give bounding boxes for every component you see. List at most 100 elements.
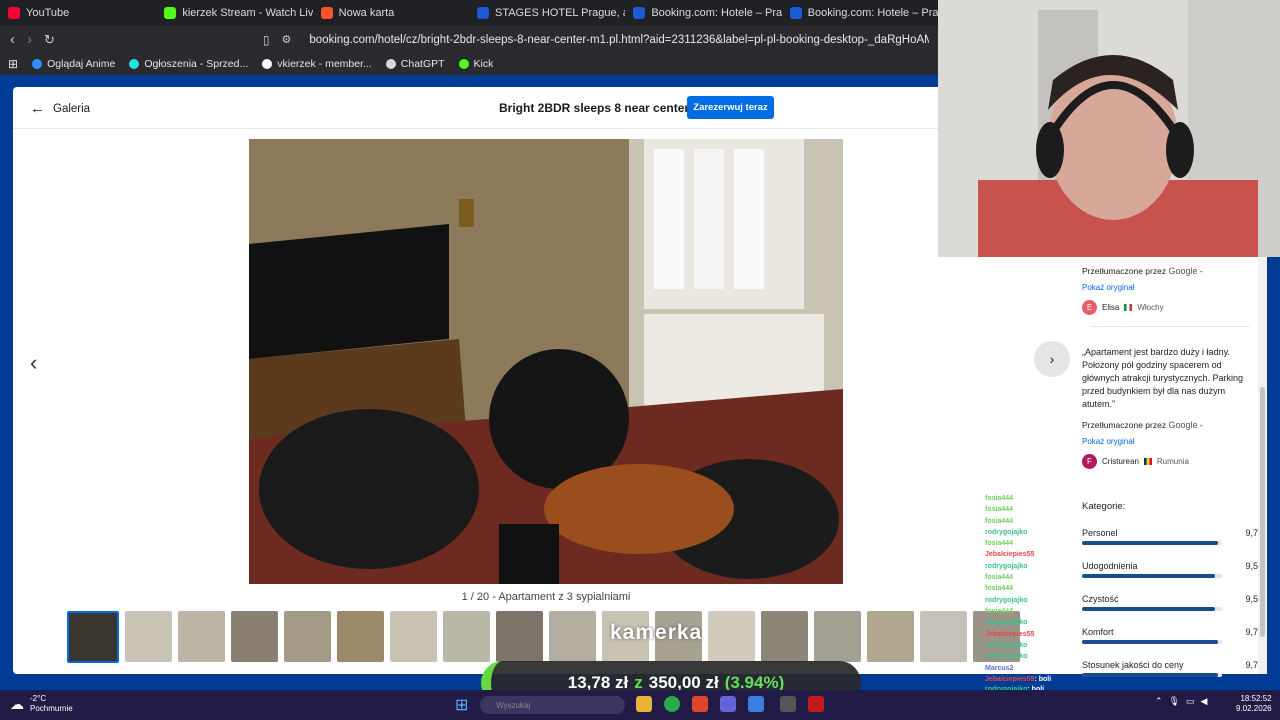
chat-message: Marcus2	[985, 664, 1155, 675]
browser-tab[interactable]: Booking.com: Hotele – Praga	[782, 0, 938, 26]
system-tray[interactable]: ⌃🎙▭◀	[1155, 696, 1213, 707]
url-field[interactable]: booking.com/hotel/cz/bright-2bdr-sleeps-…	[309, 34, 929, 46]
scrollbar-thumb[interactable]	[1260, 387, 1265, 637]
microphone-icon[interactable]: 🎙	[1169, 696, 1186, 706]
gallery-thumbnail[interactable]	[390, 611, 437, 662]
bookmark-item[interactable]: Kick	[458, 58, 493, 70]
translation-dash: -	[1199, 420, 1203, 430]
browser-tab[interactable]: Nowa karta	[313, 0, 469, 26]
webcam-overlay	[938, 0, 1280, 257]
chevron-left-icon[interactable]: ‹	[30, 350, 37, 376]
translation-note: Przetłumaczone przez Google -	[1082, 420, 1258, 430]
chat-username: fosia444	[985, 607, 1014, 615]
google-logo: Google	[1168, 420, 1198, 430]
gallery-thumbnail[interactable]	[337, 611, 384, 662]
app-icon[interactable]	[748, 696, 764, 712]
weather-widget[interactable]: ☁ -2°C Pochmurnie	[10, 694, 73, 714]
tab-label: kierzek Stream - Watch Live on K	[182, 7, 313, 19]
brave-icon[interactable]	[692, 696, 708, 712]
stream-overlay-label: kamerka	[610, 621, 703, 644]
gallery-thumbnail[interactable]	[178, 611, 225, 662]
browser-tab[interactable]: kierzek Stream - Watch Live on K	[156, 0, 313, 26]
obs-icon[interactable]	[780, 696, 796, 712]
gallery-thumbnail[interactable]	[496, 611, 543, 662]
chat-username: Jebalciepies55	[985, 675, 1035, 683]
gallery-thumbnail[interactable]	[125, 611, 172, 662]
gallery-back-label: Galeria	[53, 102, 91, 115]
taskbar-search[interactable]: Wyszukaj	[480, 696, 625, 714]
italy-flag-icon	[1124, 304, 1133, 311]
reload-icon[interactable]: ↻	[44, 32, 55, 48]
bookmark-icon[interactable]: ▯	[263, 33, 270, 47]
gallery-thumbnail[interactable]	[67, 611, 119, 663]
chat-username: rodrygojajko	[985, 641, 1028, 649]
gallery-thumbnail[interactable]	[549, 611, 596, 662]
review-author: E Elisa Włochy	[1082, 300, 1258, 315]
volume-icon[interactable]: ◀	[1201, 696, 1214, 706]
address-bar: ‹ › ↻ ▯ ⚙ booking.com/hotel/cz/bright-2b…	[0, 26, 938, 53]
bookmark-item[interactable]: Ogłoszenia - Sprzed...	[129, 58, 248, 70]
cloud-icon: ☁	[10, 696, 24, 712]
chrome-icon[interactable]	[664, 696, 680, 712]
next-photo-button[interactable]: ›	[1034, 341, 1070, 377]
author-country: Włochy	[1137, 303, 1164, 312]
weather-temp: -2°C	[30, 694, 47, 703]
divider	[1090, 326, 1250, 327]
browser-tab[interactable]: YouTube	[0, 0, 156, 26]
category-rating: Udogodnienia 9,5	[1082, 561, 1258, 578]
reserve-button[interactable]: Zarezerwuj teraz	[687, 96, 774, 119]
back-nav-icon[interactable]: ‹	[10, 31, 15, 48]
tab-bar: YouTube kierzek Stream - Watch Live on K N…	[0, 0, 938, 26]
chat-username: rodrygojajko	[985, 596, 1028, 604]
app-icon[interactable]	[808, 696, 824, 712]
translation-dash: -	[1199, 266, 1203, 276]
bookmark-item[interactable]: Oglądaj Anime	[32, 58, 115, 70]
thumbnail-strip	[67, 611, 1020, 663]
chat-username: fosia444	[985, 517, 1014, 525]
avatar: F	[1082, 454, 1097, 469]
forward-nav-icon[interactable]: ›	[27, 31, 32, 48]
tab-favicon-icon	[320, 7, 333, 19]
chat-username: rodrygojajko	[985, 562, 1028, 570]
gallery-thumbnail[interactable]	[761, 611, 808, 662]
site-info-icon[interactable]: ⚙	[282, 33, 292, 46]
gallery-thumbnail[interactable]	[284, 611, 331, 662]
bookmark-favicon-icon	[32, 59, 43, 69]
reviews-scrollbar[interactable]	[1258, 257, 1267, 674]
gallery-thumbnail[interactable]	[814, 611, 861, 662]
chat-text: : boli	[1034, 675, 1052, 683]
gallery-thumbnail[interactable]	[708, 611, 755, 662]
file-explorer-icon[interactable]	[636, 696, 652, 712]
gallery-thumbnail[interactable]	[920, 611, 967, 662]
chat-message: Jebalciepies55: boli	[985, 675, 1155, 686]
bookmark-item[interactable]: vkierzek - member...	[262, 58, 372, 70]
discord-icon[interactable]	[720, 696, 736, 712]
taskbar-clock[interactable]: 18:52:52 9.02.2026	[1236, 694, 1272, 714]
show-original-link[interactable]: Pokaż oryginał	[1082, 437, 1258, 446]
gallery-thumbnail[interactable]	[231, 611, 278, 662]
windows-start-icon[interactable]: ⊞	[455, 695, 468, 715]
category-rating: Komfort 9,7	[1082, 627, 1258, 644]
category-score-bar	[1082, 607, 1222, 611]
category-score-fill	[1082, 574, 1215, 578]
browser-tab[interactable]: STAGES HOTEL Prague, a Tribute Por	[469, 0, 625, 26]
gallery-thumbnail[interactable]	[443, 611, 490, 662]
chat-username: Jebalciepies55	[985, 630, 1035, 638]
chat-username: fosia444	[985, 585, 1014, 593]
category-score-bar	[1082, 574, 1222, 578]
gallery-back-button[interactable]: ← Galeria	[30, 100, 90, 117]
browser-tab[interactable]: Booking.com: Hotele – Praga. Zarez	[625, 0, 782, 26]
chat-username: Jebalciepies55	[985, 551, 1035, 559]
tab-label: YouTube	[26, 7, 70, 19]
chat-username: Marcus2	[985, 665, 1014, 672]
network-icon[interactable]: ▭	[1186, 696, 1201, 706]
bookmark-favicon-icon	[262, 59, 273, 69]
show-original-link[interactable]: Pokaż oryginał	[1082, 283, 1258, 292]
bookmark-item[interactable]: ChatGPT	[385, 58, 445, 70]
chevron-up-icon[interactable]: ⌃	[1155, 696, 1169, 706]
chat-username: fosia444	[985, 506, 1014, 514]
apps-icon[interactable]: ⊞	[8, 57, 18, 71]
gallery-thumbnail[interactable]	[867, 611, 914, 662]
category-score: 9,5	[1245, 594, 1258, 604]
avatar: E	[1082, 300, 1097, 315]
